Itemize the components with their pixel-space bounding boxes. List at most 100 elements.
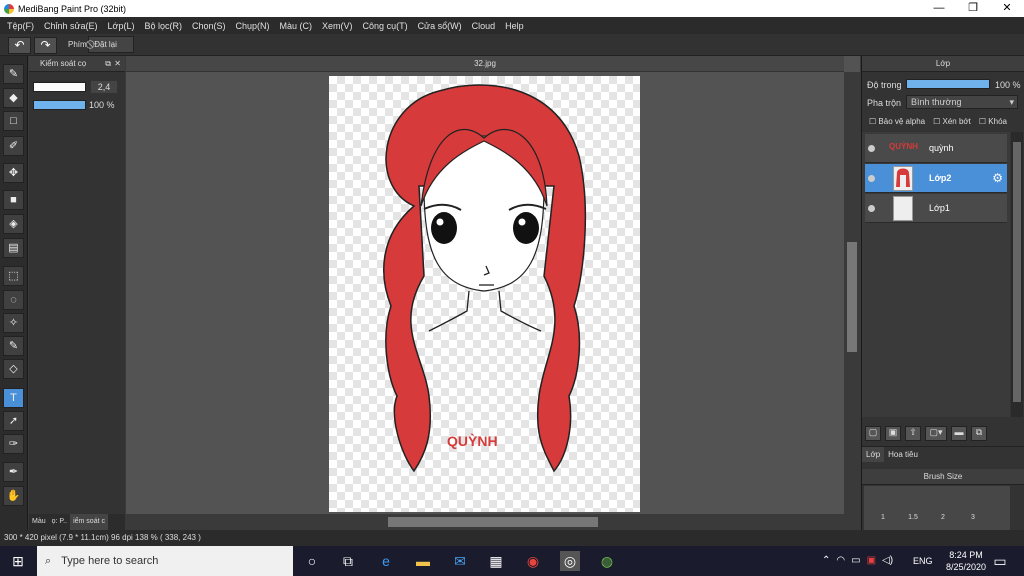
close-icon[interactable]: ✕ [114, 56, 121, 72]
vertical-scrollbar[interactable] [844, 72, 860, 514]
layer-scroll-thumb[interactable] [1013, 142, 1021, 402]
select-pen-tool-icon[interactable]: ✎ [3, 336, 24, 356]
wifi-icon[interactable]: ◠ [836, 555, 845, 566]
import-layer-icon[interactable]: ⇧ [905, 426, 921, 441]
pen-tool-icon[interactable]: ✐ [3, 136, 24, 156]
task-view-icon[interactable]: ⧉ [338, 551, 358, 571]
menu-edit[interactable]: Chỉnh sửa(E) [44, 21, 98, 31]
menu-snap[interactable]: Chụp(N) [236, 21, 270, 31]
visibility-eye-icon[interactable] [868, 145, 875, 152]
brush-tool-icon[interactable]: ✎ [3, 64, 24, 84]
mail-icon[interactable]: ✉ [450, 551, 470, 571]
dot-tool-icon[interactable]: □ [3, 111, 24, 131]
cortana-icon[interactable]: ○ [302, 551, 322, 571]
app-icon[interactable]: ◍ [597, 551, 617, 571]
folder-icon[interactable]: ▬ [951, 426, 967, 441]
tab-layer[interactable]: Lớp [862, 447, 885, 462]
move-tool-icon[interactable]: ✥ [3, 163, 24, 183]
brush-opacity-slider[interactable] [33, 100, 86, 110]
brush-size-option[interactable]: 2 [928, 514, 958, 521]
taskbar-search[interactable]: ⌕ Type here to search [37, 546, 293, 576]
select-eraser-tool-icon[interactable]: ◇ [3, 359, 24, 379]
maximize-button[interactable]: ❐ [956, 0, 990, 17]
tab-color[interactable]: Màu [29, 514, 49, 530]
windows-start-icon[interactable]: ⊞ [8, 551, 28, 571]
layer-row-text[interactable]: QUỲNH quỳnh [865, 134, 1007, 163]
blur-tool-icon[interactable]: ✑ [3, 434, 24, 454]
layer-opacity-slider[interactable] [906, 79, 990, 89]
menu-select[interactable]: Chọn(S) [192, 21, 226, 31]
eyedropper-tool-icon[interactable]: ✒ [3, 462, 24, 482]
popout-icon[interactable]: ⧉ [105, 56, 111, 72]
new-halftone-layer-icon[interactable]: ▣ [885, 426, 901, 441]
operation-tool-icon[interactable]: ➚ [3, 411, 24, 431]
menu-help[interactable]: Help [505, 21, 524, 31]
close-button[interactable]: ✕ [990, 0, 1024, 17]
minimize-button[interactable]: — [922, 0, 956, 17]
store-icon[interactable]: ▦ [486, 551, 506, 571]
brush-size-value[interactable]: 2,4 [91, 81, 117, 93]
right-eye [513, 212, 539, 244]
layer-row-selected[interactable]: Lớp2 ⚙ [865, 164, 1007, 193]
menu-color[interactable]: Màu (C) [280, 21, 313, 31]
file-explorer-icon[interactable]: ▬ [413, 551, 433, 571]
add-layer-menu-icon[interactable]: ▢▾ [925, 426, 947, 441]
bucket-tool-icon[interactable]: ◈ [3, 214, 24, 234]
volume-icon[interactable]: ◁) [882, 555, 893, 566]
menu-tools[interactable]: Công cụ(T) [363, 21, 408, 31]
language-indicator[interactable]: ENG [913, 556, 933, 566]
layer-row[interactable]: Lớp1 [865, 194, 1007, 223]
tab-brush-control[interactable]: iểm soát c [70, 514, 108, 530]
blend-mode-value: Bình thường [911, 97, 962, 107]
canvas[interactable]: QUỲNH [329, 76, 640, 512]
fill-rect-tool-icon[interactable]: ■ [3, 190, 24, 210]
select-tool-icon[interactable]: ⬚ [3, 266, 24, 286]
menu-file[interactable]: Tệp(F) [7, 21, 34, 31]
lasso-tool-icon[interactable]: ◌ [3, 290, 24, 310]
clipping-checkbox[interactable]: ☐ Xén bớt [933, 117, 971, 126]
text-tool-icon[interactable]: T [3, 388, 24, 408]
battery-icon[interactable]: ▭ [851, 555, 860, 566]
redo-button[interactable]: ↷ [34, 37, 57, 54]
right-eye-highlight [518, 218, 526, 226]
gear-icon[interactable]: ⚙ [992, 171, 1003, 185]
brush-size-option[interactable]: 1 [868, 514, 898, 521]
chrome-icon[interactable]: ◉ [523, 551, 543, 571]
brush-size-slider[interactable] [33, 82, 86, 92]
reset-button[interactable]: ⃠ Đặt lại [88, 36, 134, 53]
clock[interactable]: 8:24 PM 8/25/2020 [946, 549, 986, 573]
vertical-scroll-thumb[interactable] [847, 242, 857, 352]
tab-brush[interactable]: ọ: P.. [49, 514, 70, 530]
layer-scrollbar[interactable] [1011, 132, 1023, 417]
new-layer-icon[interactable]: ▢ [865, 426, 881, 441]
undo-button[interactable]: ↶ [8, 37, 31, 54]
chevron-up-icon[interactable]: ⌃ [822, 555, 830, 566]
eraser-tool-icon[interactable]: ◆ [3, 88, 24, 108]
gradient-tool-icon[interactable]: ▤ [3, 238, 24, 258]
magic-wand-tool-icon[interactable]: ✧ [3, 313, 24, 333]
brush-size-option[interactable]: 3 [958, 514, 988, 521]
protect-alpha-checkbox[interactable]: ☐ Bảo vệ alpha [869, 117, 925, 126]
canvas-tab[interactable]: 32.jpg [126, 56, 844, 72]
undo-icon: ↶ [14, 38, 25, 52]
horizontal-scrollbar[interactable] [126, 514, 860, 530]
menu-filter[interactable]: Bộ lọc(R) [144, 21, 182, 31]
blend-mode-select[interactable]: Bình thường ▾ [906, 95, 1018, 109]
tab-navigator[interactable]: Hoa tiêu [884, 447, 922, 462]
hand-tool-icon[interactable]: ✋ [3, 486, 24, 506]
edge-icon[interactable]: e [376, 551, 396, 571]
duplicate-layer-icon[interactable]: ⧉ [971, 426, 987, 441]
medibang-taskbar-icon[interactable]: ◎ [560, 551, 580, 571]
menu-bar: Tệp(F) Chỉnh sửa(E) Lớp(L) Bộ lọc(R) Chọ… [0, 17, 1024, 34]
menu-layer[interactable]: Lớp(L) [108, 21, 135, 31]
horizontal-scroll-thumb[interactable] [388, 517, 598, 527]
notification-icon[interactable]: ▭ [990, 551, 1010, 571]
lock-checkbox[interactable]: ☐ Khóa [979, 117, 1007, 126]
brush-size-option[interactable]: 1.5 [898, 514, 928, 521]
menu-view[interactable]: Xem(V) [322, 21, 353, 31]
visibility-eye-icon[interactable] [868, 175, 875, 182]
antivirus-icon[interactable]: ▣ [867, 555, 876, 566]
menu-window[interactable]: Cửa sổ(W) [418, 21, 462, 31]
visibility-eye-icon[interactable] [868, 205, 875, 212]
menu-cloud[interactable]: Cloud [472, 21, 496, 31]
